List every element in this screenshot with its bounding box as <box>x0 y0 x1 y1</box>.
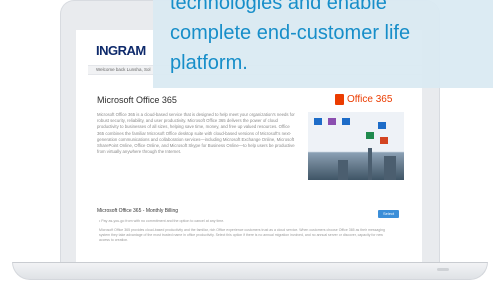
product-title: Microsoft Office 365 <box>97 95 177 105</box>
product-image <box>308 112 404 180</box>
office365-brand: Office 365 <box>335 94 392 105</box>
city-building <box>338 160 348 180</box>
office-logo-icon <box>335 94 344 105</box>
callout-line: complete end-customer life <box>170 22 411 44</box>
billing-bullet: • Pay as-you-go from with no commitment … <box>99 219 225 223</box>
callout-line: technologies and enable <box>170 0 387 14</box>
laptop-base <box>12 262 488 280</box>
brand-name: Office 365 <box>347 94 393 105</box>
greeting-text: Welcome back Lunsha, Sol <box>96 67 151 72</box>
city-tower <box>368 148 372 180</box>
ingram-logo[interactable]: INGRAM <box>96 43 146 58</box>
laptop-notch <box>437 268 449 271</box>
product-description: Microsoft Office 365 is a cloud-based se… <box>97 112 295 155</box>
callout-overlay: technologies and enable complete end-cus… <box>153 0 493 88</box>
app-tile-icon <box>380 137 388 144</box>
app-tile-icon <box>378 122 386 129</box>
callout-text: technologies and enable complete end-cus… <box>170 0 488 78</box>
select-button[interactable]: Select <box>378 210 399 218</box>
callout-line: platform. <box>170 52 248 74</box>
app-tile-icon <box>342 118 350 125</box>
billing-description: Microsoft Office 365 provides cloud-base… <box>99 228 385 242</box>
billing-title: Microsoft Office 365 - Monthly Billing <box>97 208 179 214</box>
app-tile-icon <box>366 132 374 139</box>
city-building <box>384 156 396 180</box>
app-tile-icon <box>314 118 322 125</box>
app-tile-icon <box>328 118 336 125</box>
